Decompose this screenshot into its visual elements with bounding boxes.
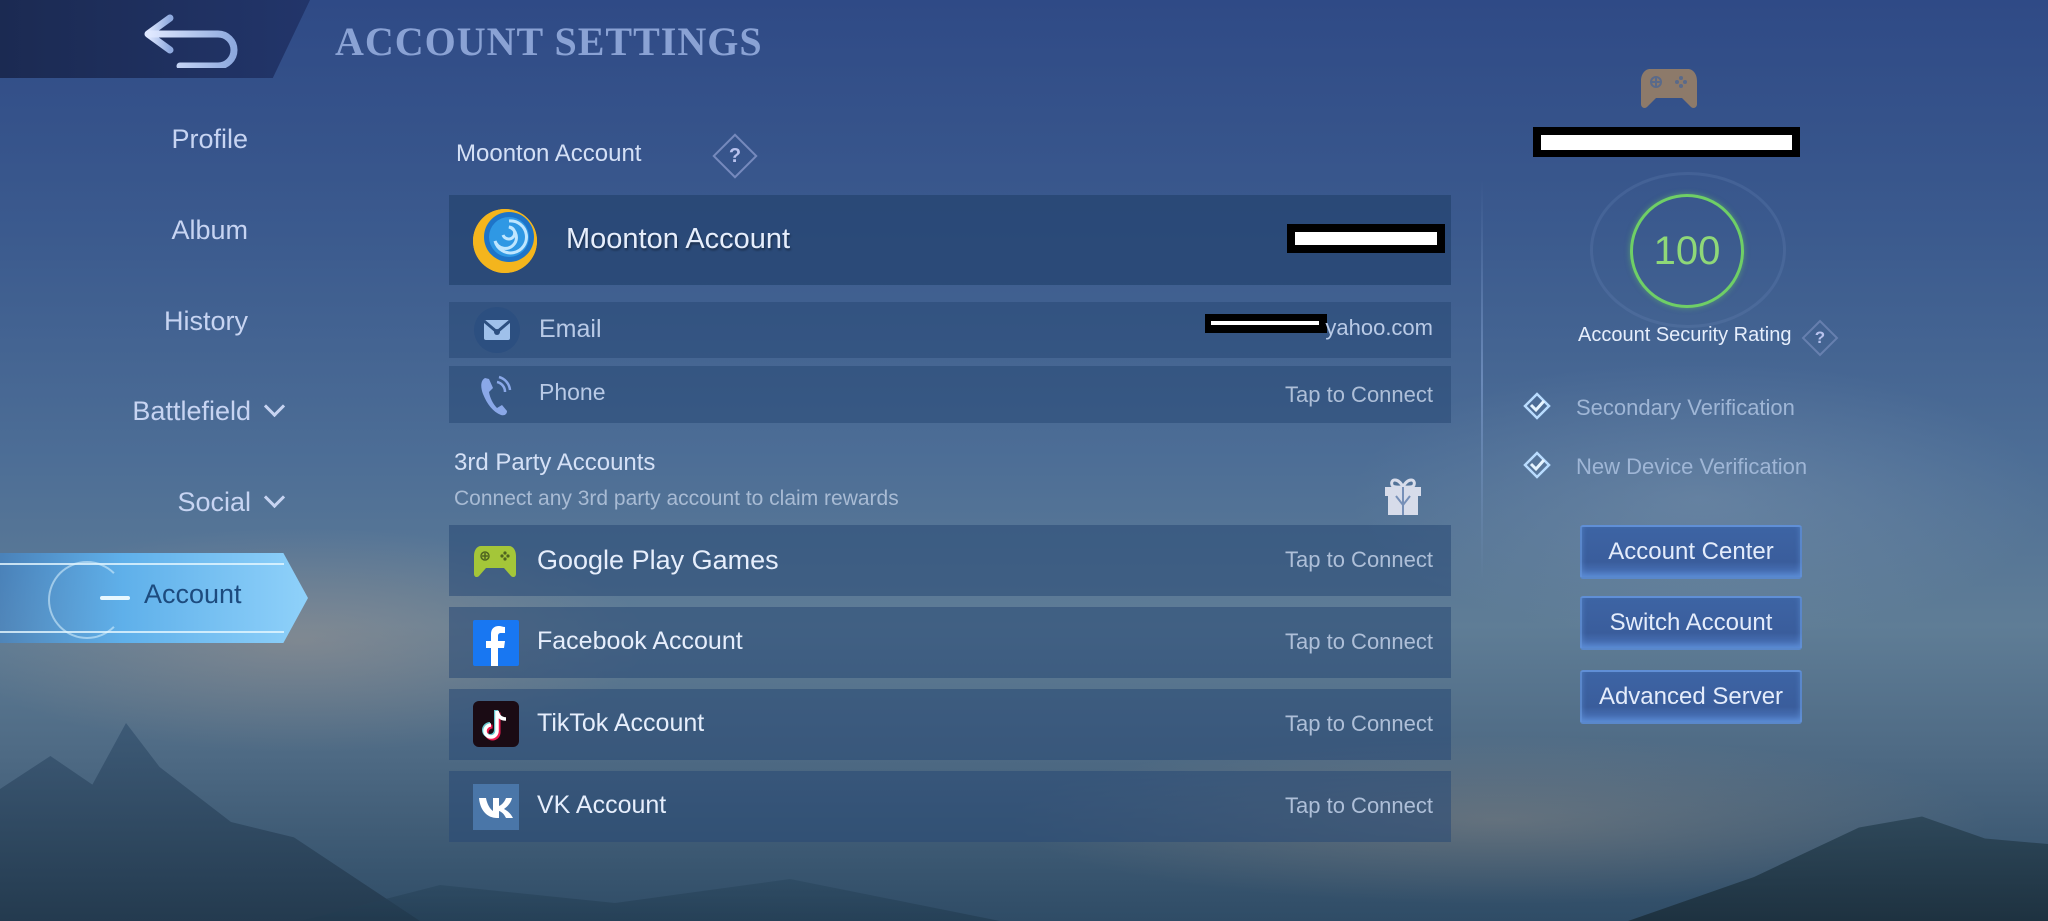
background-mountain-right xyxy=(1628,816,2048,921)
sidebar-item-label: Account xyxy=(144,579,242,609)
account-name: TikTok Account xyxy=(537,709,705,737)
sidebar-item-album[interactable]: Album xyxy=(171,215,248,246)
third-party-row-facebook[interactable]: Facebook Account Tap to Connect xyxy=(449,607,1451,678)
third-party-row-vk[interactable]: VK Account Tap to Connect xyxy=(449,771,1451,842)
tab-ornament-dot xyxy=(100,596,130,600)
verified-check-icon xyxy=(1523,392,1551,420)
account-name: VK Account xyxy=(537,791,667,819)
tab-ornament xyxy=(48,561,126,639)
sidebar-item-battlefield[interactable]: Battlefield xyxy=(132,395,286,427)
account-center-button[interactable]: Account Center xyxy=(1580,525,1802,579)
facebook-icon xyxy=(473,620,519,666)
sidebar-item-label: History xyxy=(163,306,248,336)
back-button[interactable] xyxy=(140,10,250,70)
email-label: Email xyxy=(539,315,602,343)
gift-icon[interactable] xyxy=(1382,475,1424,517)
gamepad-icon xyxy=(1641,69,1697,108)
moonton-help-button[interactable]: ? xyxy=(712,133,758,179)
sidebar-item-label: Profile xyxy=(171,124,248,154)
email-value: yahoo.com xyxy=(1325,315,1433,340)
moonton-section-label: Moonton Account xyxy=(456,140,642,167)
security-help-button[interactable]: ? xyxy=(1801,319,1839,357)
redacted-account-id xyxy=(1287,224,1445,253)
sidebar-item-label: Battlefield xyxy=(132,396,251,426)
chevron-down-icon xyxy=(263,486,286,509)
third-party-heading: 3rd Party Accounts xyxy=(454,449,656,476)
email-icon xyxy=(474,307,520,353)
account-name: Google Play Games xyxy=(537,545,779,575)
email-row[interactable]: Email yahoo.com xyxy=(449,302,1451,358)
sidebar-item-account[interactable]: Account xyxy=(0,553,308,643)
sidebar-item-social[interactable]: Social xyxy=(177,486,286,518)
moonton-logo-icon xyxy=(473,209,537,273)
phone-icon xyxy=(481,375,512,416)
connect-status: Tap to Connect xyxy=(1285,711,1433,736)
security-rating-badge: 100 xyxy=(1630,194,1744,308)
advanced-server-button[interactable]: Advanced Server xyxy=(1580,670,1802,724)
verified-check-icon xyxy=(1523,451,1551,479)
secondary-verification-label: Secondary Verification xyxy=(1576,395,1795,420)
connect-status: Tap to Connect xyxy=(1285,793,1433,818)
google-play-games-icon xyxy=(474,546,516,578)
phone-row[interactable]: Phone Tap to Connect xyxy=(449,366,1451,423)
sidebar-item-label: Social xyxy=(177,487,251,517)
new-device-verification-label: New Device Verification xyxy=(1576,454,1808,479)
sidebar-item-history[interactable]: History xyxy=(164,306,248,337)
connect-status: Tap to Connect xyxy=(1285,629,1433,654)
sidebar-item-label: Album xyxy=(171,215,248,245)
switch-account-button[interactable]: Switch Account xyxy=(1580,596,1802,650)
security-rating-value: 100 xyxy=(1653,229,1721,273)
chevron-down-icon xyxy=(263,395,286,418)
back-arrow-icon xyxy=(144,14,238,70)
moonton-account-title: Moonton Account xyxy=(566,223,791,255)
moonton-account-row[interactable]: Moonton Account xyxy=(449,195,1451,285)
background-mountain-left xyxy=(0,723,420,921)
security-rating-label: Account Security Rating xyxy=(1578,324,1792,346)
background-hills xyxy=(300,879,1000,921)
redacted-email-prefix xyxy=(1205,314,1327,333)
third-party-row-google-play[interactable]: Google Play Games Tap to Connect xyxy=(449,525,1451,596)
page-title: ACCOUNT SETTINGS xyxy=(335,19,763,64)
sidebar-item-profile[interactable]: Profile xyxy=(171,124,248,155)
help-icon: ? xyxy=(728,145,742,167)
third-party-subtitle: Connect any 3rd party account to claim r… xyxy=(454,487,899,510)
third-party-row-tiktok[interactable]: TikTok Account Tap to Connect xyxy=(449,689,1451,760)
vk-icon xyxy=(473,784,519,830)
connect-status: Tap to Connect xyxy=(1285,547,1433,572)
help-icon: ? xyxy=(1814,328,1826,347)
tiktok-icon xyxy=(473,701,519,747)
phone-status: Tap to Connect xyxy=(1285,382,1433,407)
account-name: Facebook Account xyxy=(537,627,743,655)
phone-label: Phone xyxy=(539,379,606,405)
panel-divider xyxy=(1481,180,1483,580)
redacted-username xyxy=(1533,127,1800,157)
